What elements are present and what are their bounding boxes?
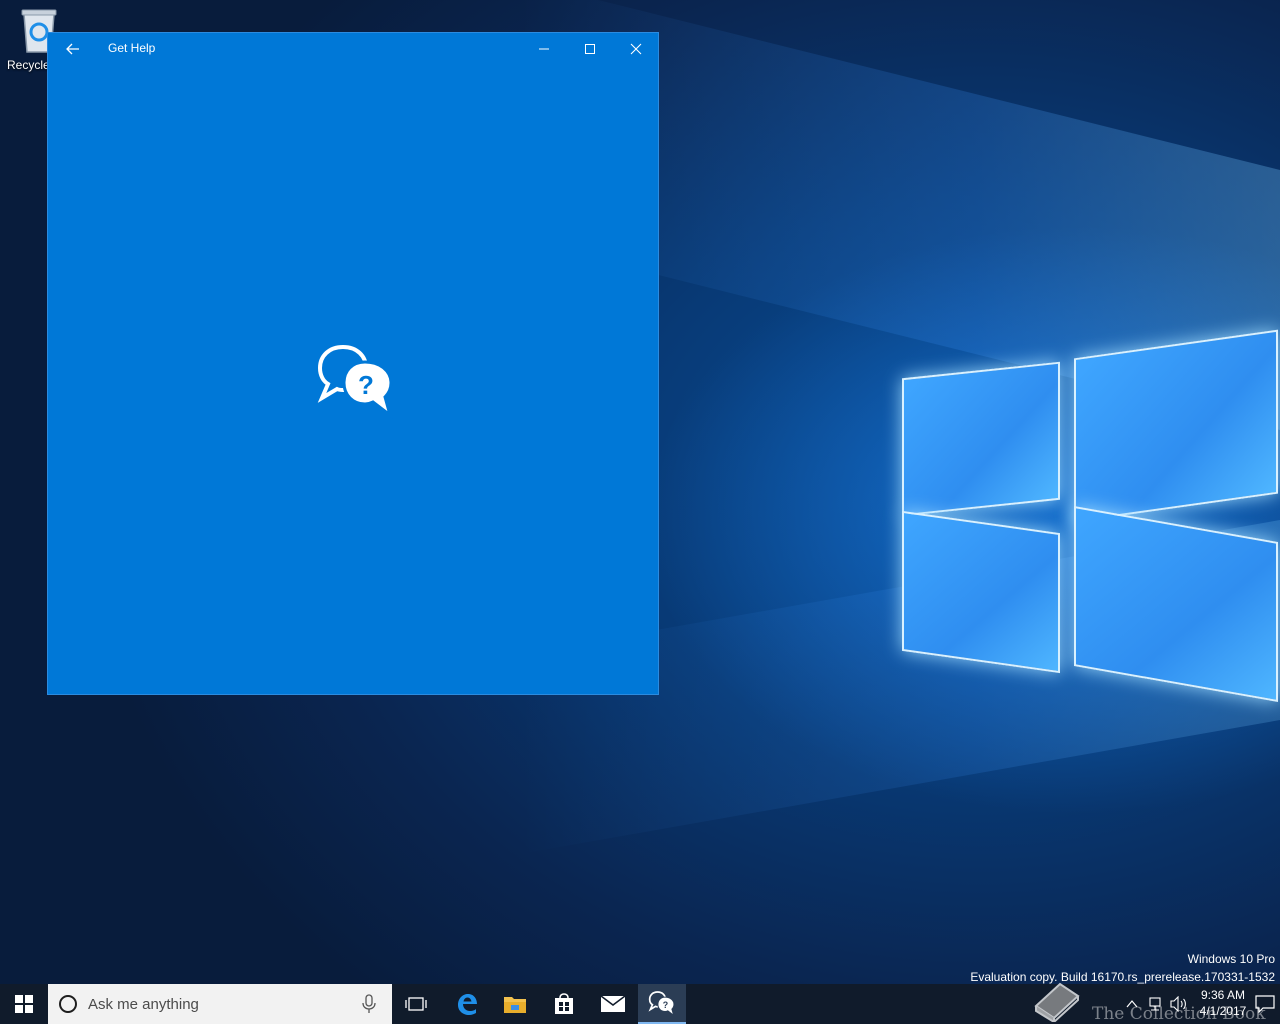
- taskbar: Ask me anything ? 9:36 AM 4/1/2017: [0, 984, 1280, 1024]
- edge-icon: [458, 994, 477, 1015]
- back-button[interactable]: [58, 37, 88, 61]
- clock-time: 9:36 AM: [1200, 988, 1246, 1002]
- microphone-icon[interactable]: [362, 994, 376, 1014]
- edge-taskbar-button[interactable]: [443, 984, 491, 1024]
- maximize-button[interactable]: [567, 33, 613, 64]
- store-taskbar-button[interactable]: [540, 984, 588, 1024]
- file-explorer-taskbar-button[interactable]: [491, 984, 539, 1024]
- brand-overlay: The Collection Book: [1092, 1004, 1266, 1024]
- edition-label: Windows 10 Pro: [1187, 952, 1275, 966]
- start-button[interactable]: [0, 984, 48, 1024]
- logo-pane: [902, 361, 1060, 517]
- store-icon: [555, 993, 573, 1014]
- recycle-bin-label: Recycle: [7, 58, 50, 72]
- help-chat-bubbles-icon: ?: [317, 344, 393, 419]
- mail-icon: [600, 995, 626, 1012]
- mail-taskbar-button[interactable]: [589, 984, 637, 1024]
- task-view-button[interactable]: [392, 984, 440, 1024]
- search-placeholder: Ask me anything: [88, 996, 199, 1013]
- logo-pane: [902, 510, 1060, 674]
- build-watermark: Windows 10 Pro Evaluation copy. Build 16…: [970, 950, 1275, 986]
- arrow-left-icon: [66, 43, 79, 55]
- close-button[interactable]: [613, 33, 659, 64]
- logo-pane: [1074, 506, 1278, 702]
- get-help-window: Get Help ?: [47, 32, 659, 695]
- get-help-icon: ?: [648, 991, 675, 1017]
- book-logo-icon: [1034, 982, 1080, 1022]
- svg-text:?: ?: [358, 370, 374, 400]
- logo-pane: [1074, 329, 1278, 523]
- get-help-taskbar-button[interactable]: ?: [638, 984, 686, 1024]
- task-view-icon: [405, 997, 427, 1011]
- window-titlebar[interactable]: Get Help: [48, 33, 658, 64]
- file-explorer-icon: [504, 997, 526, 1013]
- cortana-search-box[interactable]: Ask me anything: [48, 984, 392, 1024]
- window-title: Get Help: [108, 41, 156, 55]
- minimize-icon: [539, 48, 549, 49]
- minimize-button[interactable]: [521, 33, 567, 64]
- svg-text:?: ?: [663, 1000, 668, 1010]
- cortana-icon: [59, 995, 77, 1013]
- windows-logo-wallpaper: [890, 329, 1280, 710]
- windows-start-icon: [15, 995, 33, 1013]
- maximize-icon: [585, 43, 595, 54]
- close-icon: [630, 43, 642, 54]
